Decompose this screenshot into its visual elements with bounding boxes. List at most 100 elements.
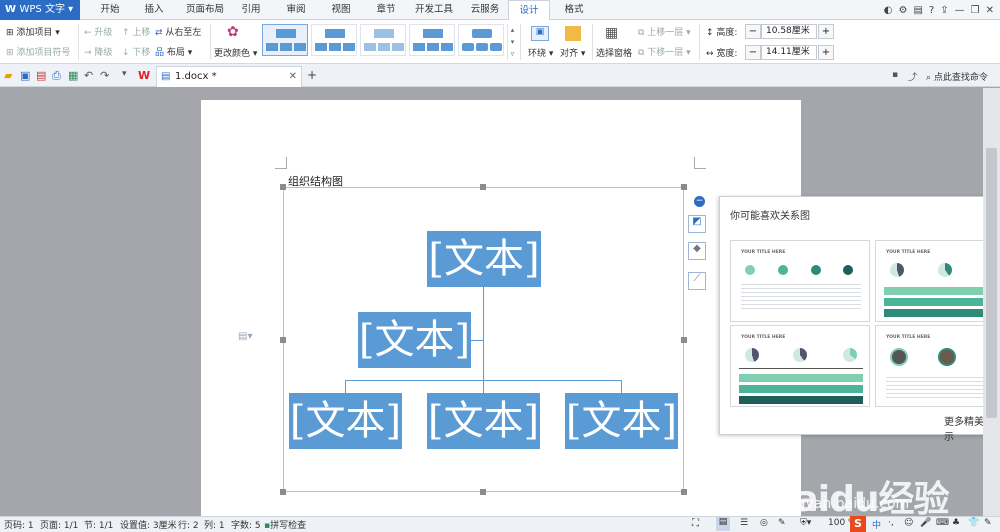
height-input[interactable]: 10.58厘米	[761, 24, 817, 39]
diagram-template-card[interactable]: YOUR TITLE HERE	[730, 325, 870, 407]
resize-handle[interactable]	[280, 489, 286, 495]
layout-style-2[interactable]	[311, 24, 357, 56]
save-icon[interactable]: ▣	[20, 69, 32, 82]
line-options-icon[interactable]: ⟋	[688, 272, 706, 290]
tab-home[interactable]: 开始	[96, 0, 124, 20]
diagram-template-card[interactable]: YOUR TITLE HERE	[730, 240, 870, 322]
height-increase-button[interactable]: +	[818, 24, 834, 39]
style-options-icon[interactable]: ◆	[688, 242, 706, 260]
vertical-scrollbar[interactable]	[983, 88, 1000, 516]
status-words[interactable]: 字数: 5	[231, 518, 261, 531]
paragraph-options-icon[interactable]: ▤▾	[238, 331, 252, 342]
wps-home-icon[interactable]: W	[138, 69, 150, 82]
share-icon[interactable]: ⤴	[908, 70, 917, 83]
tab-design[interactable]: 设计	[508, 0, 550, 20]
resize-handle[interactable]	[681, 337, 687, 343]
fullscreen-icon[interactable]: ⛶	[692, 518, 699, 529]
comment-icon[interactable]: ▪	[892, 70, 898, 80]
print-preview-icon[interactable]: ▦	[68, 69, 80, 82]
tab-insert[interactable]: 插入	[140, 0, 168, 20]
upload-icon[interactable]: ⇪	[940, 5, 948, 16]
tab-developer[interactable]: 开发工具	[412, 0, 456, 20]
connector-line	[483, 287, 484, 393]
diagram-template-card[interactable]: YOUR TITLE HERE	[875, 240, 1000, 322]
redo-icon[interactable]: ↷	[100, 69, 112, 82]
customize-dropdown-icon[interactable]: ▾	[122, 69, 134, 81]
help-icon[interactable]: ?	[929, 5, 934, 16]
minimize-icon[interactable]: —	[955, 5, 965, 16]
resize-handle[interactable]	[681, 489, 687, 495]
collapse-icon[interactable]: −	[694, 196, 705, 207]
layout-style-3[interactable]	[360, 24, 406, 56]
outline-view-icon[interactable]: ☰	[740, 518, 748, 528]
demote-button[interactable]: → 降级	[84, 45, 112, 58]
text-lines	[741, 281, 861, 311]
move-down-button[interactable]: ↓ 下移	[122, 45, 150, 58]
resize-handle[interactable]	[480, 184, 486, 190]
org-node-sub[interactable]: [文本]	[427, 393, 540, 449]
spell-check-button[interactable]: ▪拼写检查	[264, 518, 306, 531]
resize-handle[interactable]	[681, 184, 687, 190]
document-tab[interactable]: 1.docx * ▤ ✕	[156, 66, 302, 87]
open-folder-icon[interactable]: ▰	[4, 69, 16, 82]
app-menu-button[interactable]: W WPS 文字 ▾	[0, 0, 80, 20]
tab-page-layout[interactable]: 页面布局	[180, 0, 230, 20]
status-page[interactable]: 页面: 1/1	[40, 518, 78, 531]
width-decrease-button[interactable]: −	[745, 45, 761, 60]
layout-button[interactable]: 品 布局 ▾	[155, 45, 192, 58]
scroll-thumb[interactable]	[986, 148, 997, 418]
align-button[interactable]: 对齐 ▾	[560, 46, 585, 59]
promote-button[interactable]: ← 升级	[84, 25, 112, 38]
resize-handle[interactable]	[280, 337, 286, 343]
close-icon[interactable]: ✕	[986, 5, 994, 16]
width-increase-button[interactable]: +	[818, 45, 834, 60]
org-node-sub[interactable]: [文本]	[289, 393, 402, 449]
resize-handle[interactable]	[480, 489, 486, 495]
add-item-button[interactable]: ⊞ 添加项目 ▾	[6, 25, 60, 38]
tab-cloud[interactable]: 云服务	[466, 0, 504, 20]
org-node-sub[interactable]: [文本]	[565, 393, 678, 449]
send-backward-button[interactable]: ⧉ 下移一层 ▾	[638, 45, 691, 58]
change-color-button[interactable]: 更改颜色 ▾	[214, 46, 257, 59]
select-pane-button[interactable]: 选择窗格	[596, 46, 632, 59]
resize-handle[interactable]	[280, 184, 286, 190]
ime-skin-icon[interactable]: ♣	[952, 518, 960, 528]
close-tab-icon[interactable]: ✕	[289, 67, 297, 87]
restore-icon[interactable]: ❐	[971, 5, 980, 16]
ime-shirt-icon[interactable]: 👕	[968, 518, 979, 528]
web-view-icon[interactable]: ◎	[760, 518, 768, 528]
layout-style-4[interactable]	[409, 24, 455, 56]
diagram-template-card[interactable]: YOUR TITLE HERE	[875, 325, 1000, 407]
find-command-box[interactable]: ⌕ 点此查找命令	[926, 70, 988, 83]
doc-icon[interactable]: ▤	[913, 5, 922, 16]
skin-icon[interactable]: ◐	[884, 5, 893, 16]
layout-style-5[interactable]	[458, 24, 504, 56]
tab-format[interactable]: 格式	[556, 0, 592, 20]
add-item-symbol-button[interactable]: ⊞ 添加项目符号	[6, 45, 70, 58]
layout-options-icon[interactable]: ◩	[688, 215, 706, 233]
undo-icon[interactable]: ↶	[84, 69, 96, 82]
ime-tool-icon[interactable]: ✎	[984, 518, 992, 528]
width-input[interactable]: 14.11厘米	[761, 45, 817, 60]
page-view-icon[interactable]: ▤	[716, 517, 730, 531]
settings-icon[interactable]: ⚙	[899, 5, 908, 16]
tab-references[interactable]: 引用	[237, 0, 265, 20]
print-icon[interactable]: ⎙	[52, 69, 64, 82]
move-up-button[interactable]: ↑ 上移	[122, 25, 150, 38]
org-node-assistant[interactable]: [文本]	[358, 312, 471, 368]
new-tab-button[interactable]: +	[307, 68, 317, 82]
org-node-top[interactable]: [文本]	[427, 231, 541, 287]
bring-forward-button[interactable]: ⧉ 上移一层 ▾	[638, 25, 691, 38]
swap-icon: ⇄	[155, 28, 166, 38]
tab-review[interactable]: 审阅	[282, 0, 310, 20]
right-to-left-button[interactable]: ⇄ 从右至左	[155, 25, 201, 38]
layer-down-icon: ⧉	[638, 48, 648, 58]
height-decrease-button[interactable]: −	[745, 24, 761, 39]
status-row: 行: 2	[178, 521, 199, 531]
gallery-scroll[interactable]: ▴ ▾ ▿	[507, 24, 517, 60]
wrap-button[interactable]: 环绕 ▾	[528, 46, 553, 59]
layout-style-1[interactable]	[262, 24, 308, 56]
tab-chapter[interactable]: 章节	[372, 0, 400, 20]
export-pdf-icon[interactable]: ▤	[36, 69, 48, 82]
tab-view[interactable]: 视图	[327, 0, 355, 20]
